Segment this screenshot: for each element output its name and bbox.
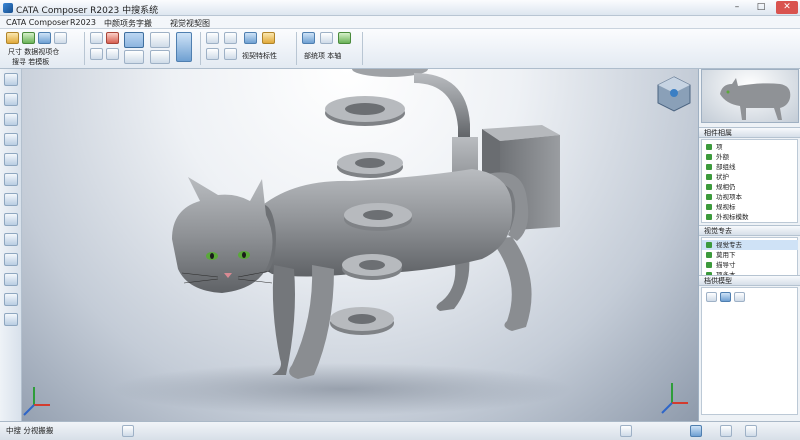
right-panel: 相件相属 项 外额 部组线 状护 规相仍 功视项本 规视标 外视标模数 视觉专去…: [698, 69, 800, 429]
status-bar: 中搜 分视搬搬: [0, 421, 800, 440]
ribbon-group1-label1: 尺寸 数据视项仓: [8, 48, 60, 56]
menu-item-edit[interactable]: 中颜项务字搬: [104, 18, 152, 29]
list-item[interactable]: 视觉专去: [702, 240, 798, 250]
tool-pan-icon[interactable]: [4, 113, 18, 126]
animation-icon[interactable]: [320, 32, 333, 44]
app-logo-icon: [3, 3, 13, 13]
rotate-icon[interactable]: [206, 32, 219, 44]
list-item[interactable]: 莫用下: [702, 250, 798, 260]
tool-rotate-icon[interactable]: [4, 93, 18, 106]
list-item[interactable]: 状护: [702, 172, 798, 182]
tool-view-icon[interactable]: [4, 233, 18, 246]
tool-render-icon[interactable]: [4, 253, 18, 266]
maximize-button[interactable]: □: [750, 1, 772, 14]
fit-icon[interactable]: [206, 48, 219, 60]
status-grid-icon[interactable]: [620, 425, 632, 437]
application-window: CATA Composer R2023 中搜系统 – □ ✕ CATA Comp…: [0, 0, 800, 440]
floor-shadow: [112, 363, 572, 415]
status-camera-icon[interactable]: [720, 425, 732, 437]
align-icon[interactable]: [150, 50, 170, 64]
scene-graphic: [23, 69, 691, 416]
publish-icon[interactable]: [338, 32, 351, 44]
select-icon[interactable]: [124, 32, 144, 48]
left-toolbar: [0, 69, 22, 429]
status-shading-icon[interactable]: [690, 425, 702, 437]
menu-bar: CATA Composer R2023 中颜项务字搬 视觉视契图: [0, 16, 800, 29]
model-thumbnail[interactable]: [701, 69, 799, 123]
list-item[interactable]: 外额: [702, 152, 798, 162]
title-bar: CATA Composer R2023 中搜系统 – □ ✕: [0, 0, 800, 16]
undo-icon[interactable]: [90, 32, 103, 44]
exploded-ring-2[interactable]: [337, 152, 403, 178]
explode-icon[interactable]: [302, 32, 315, 44]
list-item[interactable]: 功视项本: [702, 192, 798, 202]
ribbon-group1-label2: 搜寻 若模板: [12, 58, 50, 66]
ribbon-group2-label: 视契特标性: [242, 52, 277, 60]
status-settings-icon[interactable]: [745, 425, 757, 437]
copy-icon[interactable]: [90, 48, 103, 60]
ribbon-group3-label: 部统项 本轴: [304, 52, 342, 60]
tool-measure-icon[interactable]: [4, 173, 18, 186]
panel-view-icon[interactable]: [720, 292, 731, 302]
tool-filter-icon[interactable]: [4, 153, 18, 166]
status-text: 中搜 分视搬搬: [6, 426, 54, 435]
delete-icon[interactable]: [106, 32, 119, 44]
section-icon[interactable]: [224, 48, 237, 60]
tool-zoom-icon[interactable]: [4, 133, 18, 146]
section-view-header[interactable]: 视觉专去: [699, 225, 800, 236]
list-item[interactable]: 项: [702, 142, 798, 152]
menu-item-view[interactable]: 视觉视契图: [170, 18, 210, 29]
compass-icon[interactable]: [657, 76, 691, 112]
list-item[interactable]: 部组线: [702, 162, 798, 172]
exploded-ring-5[interactable]: [330, 307, 394, 335]
tool-notes-icon[interactable]: [4, 293, 18, 306]
exploded-ring-1[interactable]: [325, 96, 405, 126]
zoom-icon[interactable]: [224, 32, 237, 44]
exploded-ring-3[interactable]: [344, 203, 412, 231]
minimize-button[interactable]: –: [726, 1, 748, 14]
properties-list: 项 外额 部组线 状护 规相仍 功视项本 规视标 外视标模数: [701, 139, 798, 223]
save-icon[interactable]: [22, 32, 35, 44]
menu-item-version[interactable]: R2023: [70, 18, 96, 27]
ribbon-toolbar: 尺寸 数据视项仓 搜寻 若模板 视契特标性 部统项 本轴: [0, 29, 800, 69]
panel-image-icon[interactable]: [734, 292, 745, 302]
tool-annotate-icon[interactable]: [4, 193, 18, 206]
axis-triad-icon: [23, 387, 50, 416]
properties-icon[interactable]: [54, 32, 67, 44]
paste-icon[interactable]: [106, 48, 119, 60]
new-icon[interactable]: [38, 32, 51, 44]
status-help-icon[interactable]: [122, 425, 134, 437]
tool-layers-icon[interactable]: [4, 273, 18, 286]
exploded-ring-4[interactable]: [342, 254, 402, 280]
list-item[interactable]: 规视标: [702, 202, 798, 212]
list-item[interactable]: 规相仍: [702, 182, 798, 192]
open-icon[interactable]: [6, 32, 19, 44]
section-model-header[interactable]: 档供模型: [699, 275, 800, 286]
axis-triad-right-icon: [661, 383, 688, 414]
list-item[interactable]: 描导寸: [702, 260, 798, 270]
model-list: [701, 287, 798, 415]
pan-icon[interactable]: [244, 32, 257, 44]
close-button[interactable]: ✕: [776, 1, 798, 14]
render-mode-icon[interactable]: [176, 32, 192, 62]
measure-icon[interactable]: [262, 32, 275, 44]
tool-document-icon[interactable]: [4, 313, 18, 326]
window-title: CATA Composer R2023 中搜系统: [16, 6, 159, 16]
tool-select-icon[interactable]: [4, 73, 18, 86]
section-properties-header[interactable]: 相件相属: [699, 127, 800, 138]
3d-viewport[interactable]: [22, 69, 698, 421]
panel-tool-icon[interactable]: [706, 292, 717, 302]
translate-icon[interactable]: [150, 32, 170, 48]
tool-section-icon[interactable]: [4, 213, 18, 226]
list-item[interactable]: 外视标模数: [702, 212, 798, 222]
menu-item-app[interactable]: CATA Composer: [6, 18, 69, 27]
move-icon[interactable]: [124, 50, 144, 64]
